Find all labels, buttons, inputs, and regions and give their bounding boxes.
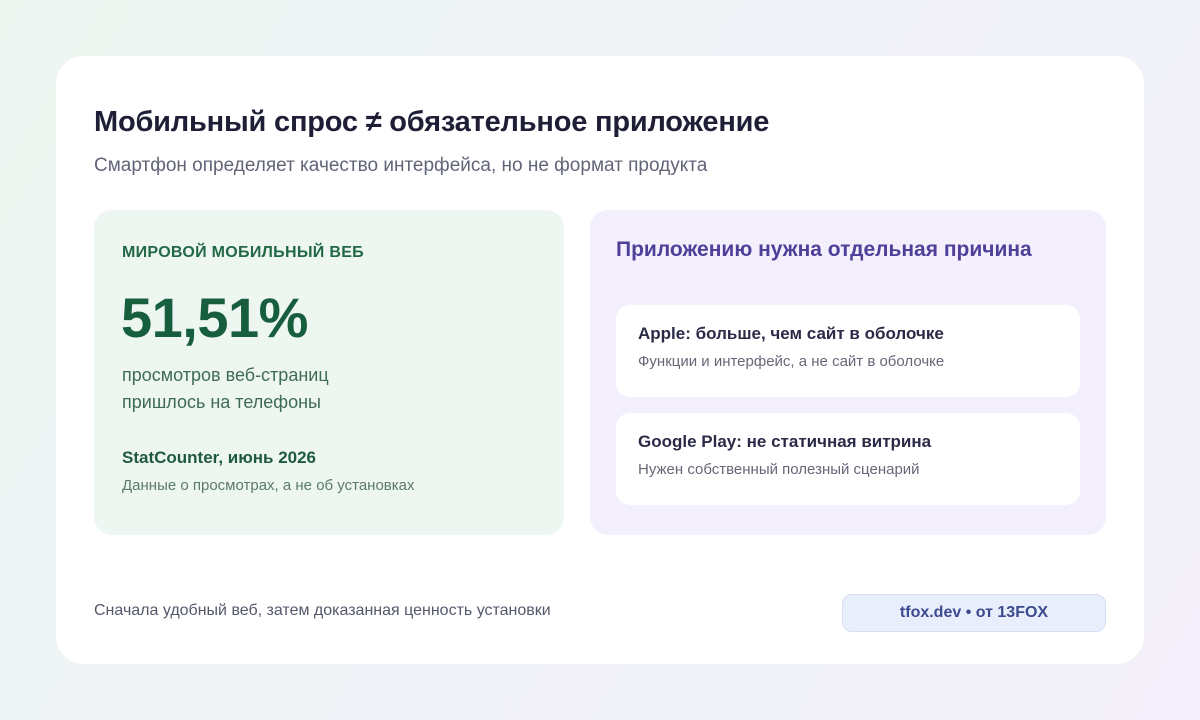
stat-panel: МИРОВОЙ МОБИЛЬНЫЙ ВЕБ 51,51% просмотров … <box>94 210 564 535</box>
page-title: Мобильный спрос ≠ обязательное приложени… <box>94 106 770 138</box>
stat-description: просмотров веб-страниц пришлось на телеф… <box>122 362 422 416</box>
reason-card-apple: Apple: больше, чем сайт в оболочке Функц… <box>616 305 1080 397</box>
content-card: Мобильный спрос ≠ обязательное приложени… <box>56 56 1144 664</box>
stat-eyebrow: МИРОВОЙ МОБИЛЬНЫЙ ВЕБ <box>122 244 364 261</box>
reasons-title: Приложению нужна отдельная причина <box>616 238 1032 261</box>
brand-badge: tfox.dev • от 13FOX <box>842 594 1106 632</box>
reason-card-google-play: Google Play: не статичная витрина Нужен … <box>616 413 1080 505</box>
page-subtitle: Смартфон определяет качество интерфейса,… <box>94 155 708 176</box>
stat-description-line1: просмотров веб-страниц <box>122 365 329 385</box>
reason-description: Функции и интерфейс, а не сайт в оболочк… <box>638 353 945 370</box>
stat-source: StatCounter, июнь 2026 <box>122 448 317 467</box>
stat-source-note: Данные о просмотрах, а не об установках <box>122 477 415 494</box>
reason-description: Нужен собственный полезный сценарий <box>638 461 920 478</box>
reason-title: Google Play: не статичная витрина <box>638 432 932 451</box>
reasons-panel: Приложению нужна отдельная причина Apple… <box>590 210 1106 535</box>
stat-value: 51,51% <box>121 286 308 349</box>
reason-title: Apple: больше, чем сайт в оболочке <box>638 324 944 343</box>
footer-note: Сначала удобный веб, затем доказанная це… <box>94 602 551 619</box>
stat-description-line2: пришлось на телефоны <box>122 392 321 412</box>
